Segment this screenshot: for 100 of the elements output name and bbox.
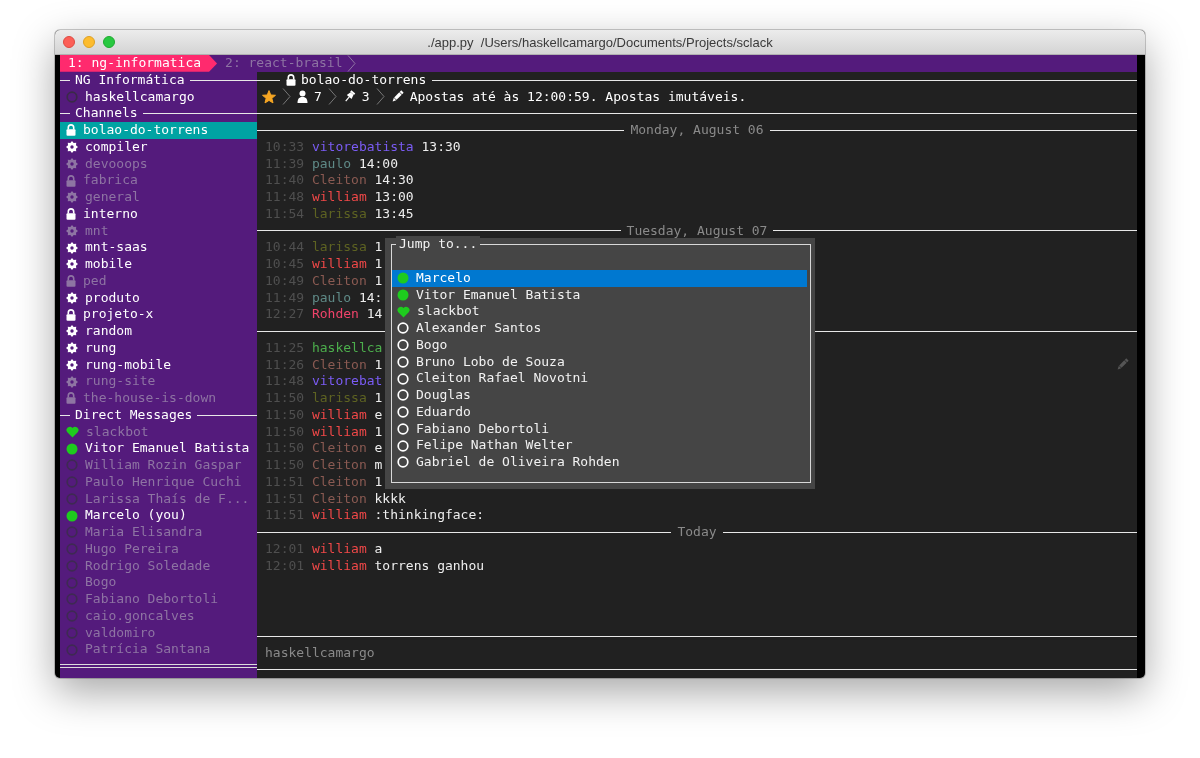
message-author: Cleiton (311, 490, 367, 508)
channel-item[interactable]: produto (60, 289, 257, 307)
channel-item[interactable]: random (60, 323, 257, 340)
jump-item[interactable]: Gabriel de Oliveira Rohden (392, 454, 807, 471)
minimize-button[interactable] (83, 36, 95, 48)
gear-icon (66, 157, 78, 170)
lock-icon (286, 74, 296, 87)
gear-icon (66, 224, 78, 237)
offline-circle-icon (66, 459, 78, 472)
message-text: e (374, 440, 383, 457)
edited-pencil-icon (1116, 358, 1129, 372)
jump-item[interactable]: Fabiano Debortoli (392, 420, 807, 438)
direct-message-item[interactable]: Marcelo (you) (60, 507, 257, 524)
online-dot-icon (66, 442, 78, 455)
channel-item[interactable]: interno (60, 205, 257, 223)
channel-item[interactable]: mnt-saas (60, 239, 257, 256)
message-author: william (311, 557, 367, 575)
zoom-button[interactable] (103, 36, 115, 48)
message-author: larissa (311, 205, 367, 223)
message-text: a (374, 540, 383, 558)
message-text: m (374, 457, 383, 474)
message-text: 14 (366, 306, 383, 323)
pin-count: 3 (361, 88, 370, 106)
message-author: william (311, 540, 367, 558)
pencil-icon (390, 90, 404, 104)
message-text: 13:45 (374, 205, 414, 223)
channel-item[interactable]: compiler (60, 138, 257, 156)
online-dot-icon (397, 272, 409, 285)
team-name: NG Informática (74, 71, 186, 89)
offline-circle-icon (66, 610, 78, 623)
message-author: Cleiton (311, 356, 367, 374)
offline-circle-icon (66, 90, 78, 103)
offline-circle-icon (397, 322, 409, 335)
direct-message-item[interactable]: Vitor Emanuel Batista (60, 440, 257, 457)
message-author: william (311, 189, 367, 206)
gear-icon (66, 375, 78, 388)
offline-circle-icon (66, 526, 78, 539)
gear-icon (66, 141, 78, 154)
jump-item[interactable]: Alexander Santos (392, 320, 807, 337)
offline-circle-icon (397, 355, 409, 368)
offline-circle-icon (397, 372, 409, 385)
message-author: william (311, 423, 367, 441)
message-author: paulo (311, 289, 352, 307)
message-text: 1 (374, 256, 383, 273)
user-icon (297, 90, 308, 104)
gear-icon (66, 291, 78, 304)
message-author: william (311, 507, 367, 524)
channel-item[interactable]: mobile (60, 256, 257, 273)
offline-circle-icon (397, 339, 409, 352)
user-item[interactable]: haskellcamargo (60, 88, 257, 106)
jump-item[interactable]: Eduardo (392, 403, 807, 421)
gear-icon (66, 241, 78, 254)
offline-circle-icon (66, 492, 78, 505)
jump-item[interactable]: Bogo (392, 336, 807, 354)
chevron-icon (282, 88, 291, 106)
channel-item[interactable]: rung (60, 339, 257, 357)
message-author: vitorebat (311, 373, 383, 390)
chevron-icon (327, 88, 337, 106)
offline-circle-icon (397, 422, 409, 435)
message-author: larissa (311, 239, 367, 256)
jump-item[interactable]: Douglas (392, 387, 807, 404)
chevron-icon (375, 88, 385, 106)
message-text: e (374, 406, 383, 424)
message-text: 13:00 (374, 189, 414, 206)
message-author: william (311, 406, 367, 424)
offline-circle-icon (397, 406, 409, 419)
message-author: larissa (311, 390, 367, 407)
offline-circle-icon (66, 543, 78, 556)
gear-icon (66, 258, 78, 271)
jump-item[interactable]: Felipe Nathan Welter (392, 437, 807, 454)
date-divider: Tuesday, August 07 (625, 222, 769, 240)
message-input[interactable]: haskellcamargo (265, 644, 1137, 662)
message-text: 1 (374, 473, 383, 491)
jump-item[interactable]: Cleiton Rafael Novotni (392, 370, 807, 387)
message-text: 1 (374, 239, 383, 256)
dialog-title: Jump to... (396, 235, 481, 253)
offline-circle-icon (397, 389, 409, 402)
heart-icon (397, 305, 410, 318)
message-author: Cleiton (311, 440, 367, 457)
message-text: 1 (374, 423, 383, 441)
message-text: torrens ganhou (374, 557, 485, 575)
close-button[interactable] (63, 36, 75, 48)
message-author: Cleiton (311, 473, 367, 491)
tab[interactable]: 1: ng-informatica (60, 55, 218, 72)
message-author: Rohden (311, 306, 359, 323)
channel-item[interactable]: projeto-x (60, 306, 257, 323)
offline-circle-icon (66, 559, 78, 572)
message-author: vitorebatista (311, 138, 414, 156)
jump-item[interactable]: Bruno Lobo de Souza (392, 353, 807, 371)
offline-circle-icon (397, 456, 409, 469)
channel-item[interactable]: rung-mobile (60, 356, 257, 374)
message-author: haskellca (311, 339, 383, 357)
message-text: 13:30 (421, 138, 461, 156)
window-title: ./app.py /Users/haskellcamargo/Documents/Projects/sclack (427, 34, 773, 50)
jump-item[interactable]: Marcelo (392, 269, 807, 287)
jump-item[interactable]: slackbot (392, 303, 807, 320)
jump-item[interactable]: Vitor Emanuel Batista (392, 286, 807, 304)
message-text: kkkk (374, 490, 406, 508)
message-author: paulo (311, 155, 352, 173)
lock-icon (66, 174, 76, 187)
